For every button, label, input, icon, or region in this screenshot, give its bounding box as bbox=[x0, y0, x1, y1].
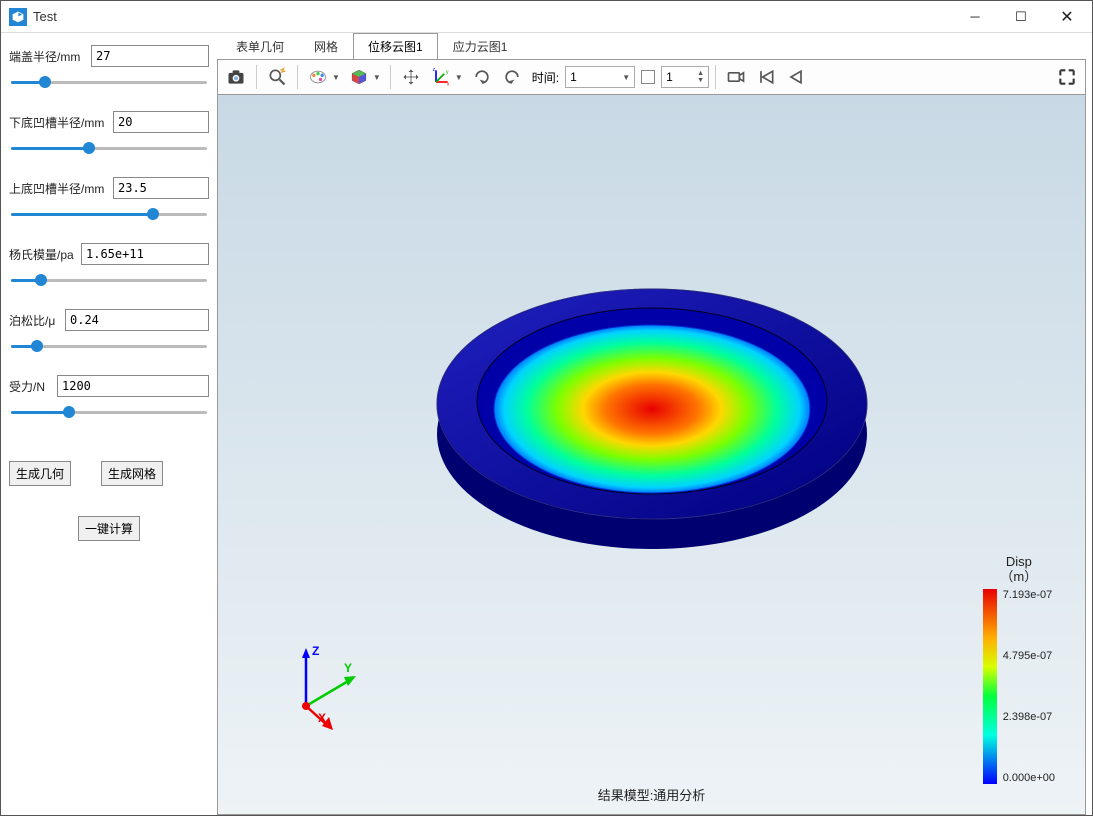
param-label: 端盖半径/mm bbox=[9, 48, 86, 65]
sidebar: 端盖半径/mm 下底凹槽半径/mm 上底凹槽半径/mm 杨氏模量/pa bbox=[1, 33, 217, 815]
svg-text:X: X bbox=[318, 711, 326, 725]
legend-tick: 0.000e+00 bbox=[1003, 772, 1055, 784]
param-bottom-groove-radius: 下底凹槽半径/mm bbox=[9, 111, 209, 157]
param-label: 上底凹槽半径/mm bbox=[9, 180, 110, 197]
tab-form-geometry[interactable]: 表单几何 bbox=[221, 33, 299, 59]
param-top-groove-radius: 上底凹槽半径/mm bbox=[9, 177, 209, 223]
svg-text:Y: Y bbox=[344, 661, 352, 675]
cube-view-button[interactable] bbox=[345, 63, 373, 91]
param-cap-radius: 端盖半径/mm bbox=[9, 45, 209, 91]
legend-unit: （m） bbox=[1000, 569, 1037, 584]
legend-title: Disp bbox=[1006, 554, 1032, 569]
titlebar: Test ─ ☐ ✕ bbox=[1, 1, 1092, 33]
viewport-3d[interactable]: Z Y X Disp （m） 7.193e-07 4.795e bbox=[217, 95, 1086, 815]
time-combo[interactable]: 1▼ bbox=[565, 66, 635, 88]
pan-button[interactable] bbox=[397, 63, 425, 91]
top-groove-slider[interactable] bbox=[9, 205, 209, 223]
svg-text:Z: Z bbox=[312, 644, 319, 658]
screenshot-button[interactable] bbox=[222, 63, 250, 91]
cap-radius-slider[interactable] bbox=[9, 73, 209, 91]
param-label: 泊松比/μ bbox=[9, 312, 61, 329]
young-modulus-slider[interactable] bbox=[9, 271, 209, 289]
tab-stress-contour[interactable]: 应力云图1 bbox=[438, 33, 523, 59]
app-icon bbox=[9, 8, 27, 26]
generate-mesh-button[interactable]: 生成网格 bbox=[101, 461, 163, 486]
window-title: Test bbox=[33, 9, 57, 24]
param-force: 受力/N bbox=[9, 375, 209, 421]
model-render bbox=[422, 249, 882, 589]
colormap-button[interactable] bbox=[304, 63, 332, 91]
rotate-cw-button[interactable] bbox=[498, 63, 526, 91]
young-modulus-input[interactable] bbox=[81, 243, 209, 265]
param-young-modulus: 杨氏模量/pa bbox=[9, 243, 209, 289]
dropdown-icon[interactable]: ▼ bbox=[455, 73, 466, 82]
top-groove-input[interactable] bbox=[113, 177, 209, 199]
poisson-input[interactable] bbox=[65, 309, 209, 331]
zoom-button[interactable] bbox=[263, 63, 291, 91]
tabs: 表单几何 网格 位移云图1 应力云图1 bbox=[217, 33, 1086, 59]
bottom-groove-slider[interactable] bbox=[9, 139, 209, 157]
frame-spinner[interactable]: 1▲▼ bbox=[661, 66, 709, 88]
minimize-button[interactable]: ─ bbox=[952, 2, 998, 32]
legend-tick: 4.795e-07 bbox=[1003, 650, 1055, 662]
param-label: 下底凹槽半径/mm bbox=[9, 114, 110, 131]
camera-record-button[interactable] bbox=[722, 63, 750, 91]
expand-button[interactable] bbox=[1053, 63, 1081, 91]
close-button[interactable]: ✕ bbox=[1044, 2, 1090, 32]
toolbar: ▼ ▼ zyx ▼ 时间: 1▼ 1▲▼ bbox=[217, 59, 1086, 95]
generate-geometry-button[interactable]: 生成几何 bbox=[9, 461, 71, 486]
colorbar bbox=[983, 589, 997, 784]
svg-text:x: x bbox=[447, 81, 450, 87]
colorbar-legend: Disp （m） 7.193e-07 4.795e-07 2.398e-07 0… bbox=[983, 554, 1055, 784]
dropdown-icon[interactable]: ▼ bbox=[332, 73, 343, 82]
legend-tick: 2.398e-07 bbox=[1003, 711, 1055, 723]
axis-triad-icon: Z Y X bbox=[278, 644, 368, 734]
param-poisson-ratio: 泊松比/μ bbox=[9, 309, 209, 355]
param-label: 杨氏模量/pa bbox=[9, 246, 80, 263]
angle-indicator[interactable] bbox=[641, 70, 655, 84]
force-slider[interactable] bbox=[9, 403, 209, 421]
maximize-button[interactable]: ☐ bbox=[998, 2, 1044, 32]
param-label: 受力/N bbox=[9, 378, 51, 395]
result-model-label: 结果模型:通用分析 bbox=[598, 785, 706, 804]
one-click-compute-button[interactable]: 一键计算 bbox=[78, 516, 140, 541]
bottom-groove-input[interactable] bbox=[113, 111, 209, 133]
rotate-ccw-button[interactable] bbox=[468, 63, 496, 91]
poisson-slider[interactable] bbox=[9, 337, 209, 355]
legend-tick: 7.193e-07 bbox=[1003, 589, 1055, 601]
dropdown-icon[interactable]: ▼ bbox=[373, 73, 384, 82]
window-controls: ─ ☐ ✕ bbox=[952, 2, 1090, 32]
first-frame-button[interactable] bbox=[752, 63, 780, 91]
tab-mesh[interactable]: 网格 bbox=[299, 33, 353, 59]
svg-text:y: y bbox=[446, 70, 449, 76]
tab-displacement-contour[interactable]: 位移云图1 bbox=[353, 33, 438, 59]
prev-frame-button[interactable] bbox=[782, 63, 810, 91]
force-input[interactable] bbox=[57, 375, 209, 397]
cap-radius-input[interactable] bbox=[91, 45, 209, 67]
axes-triad-button[interactable]: zyx bbox=[427, 63, 455, 91]
time-label: 时间: bbox=[532, 69, 559, 86]
